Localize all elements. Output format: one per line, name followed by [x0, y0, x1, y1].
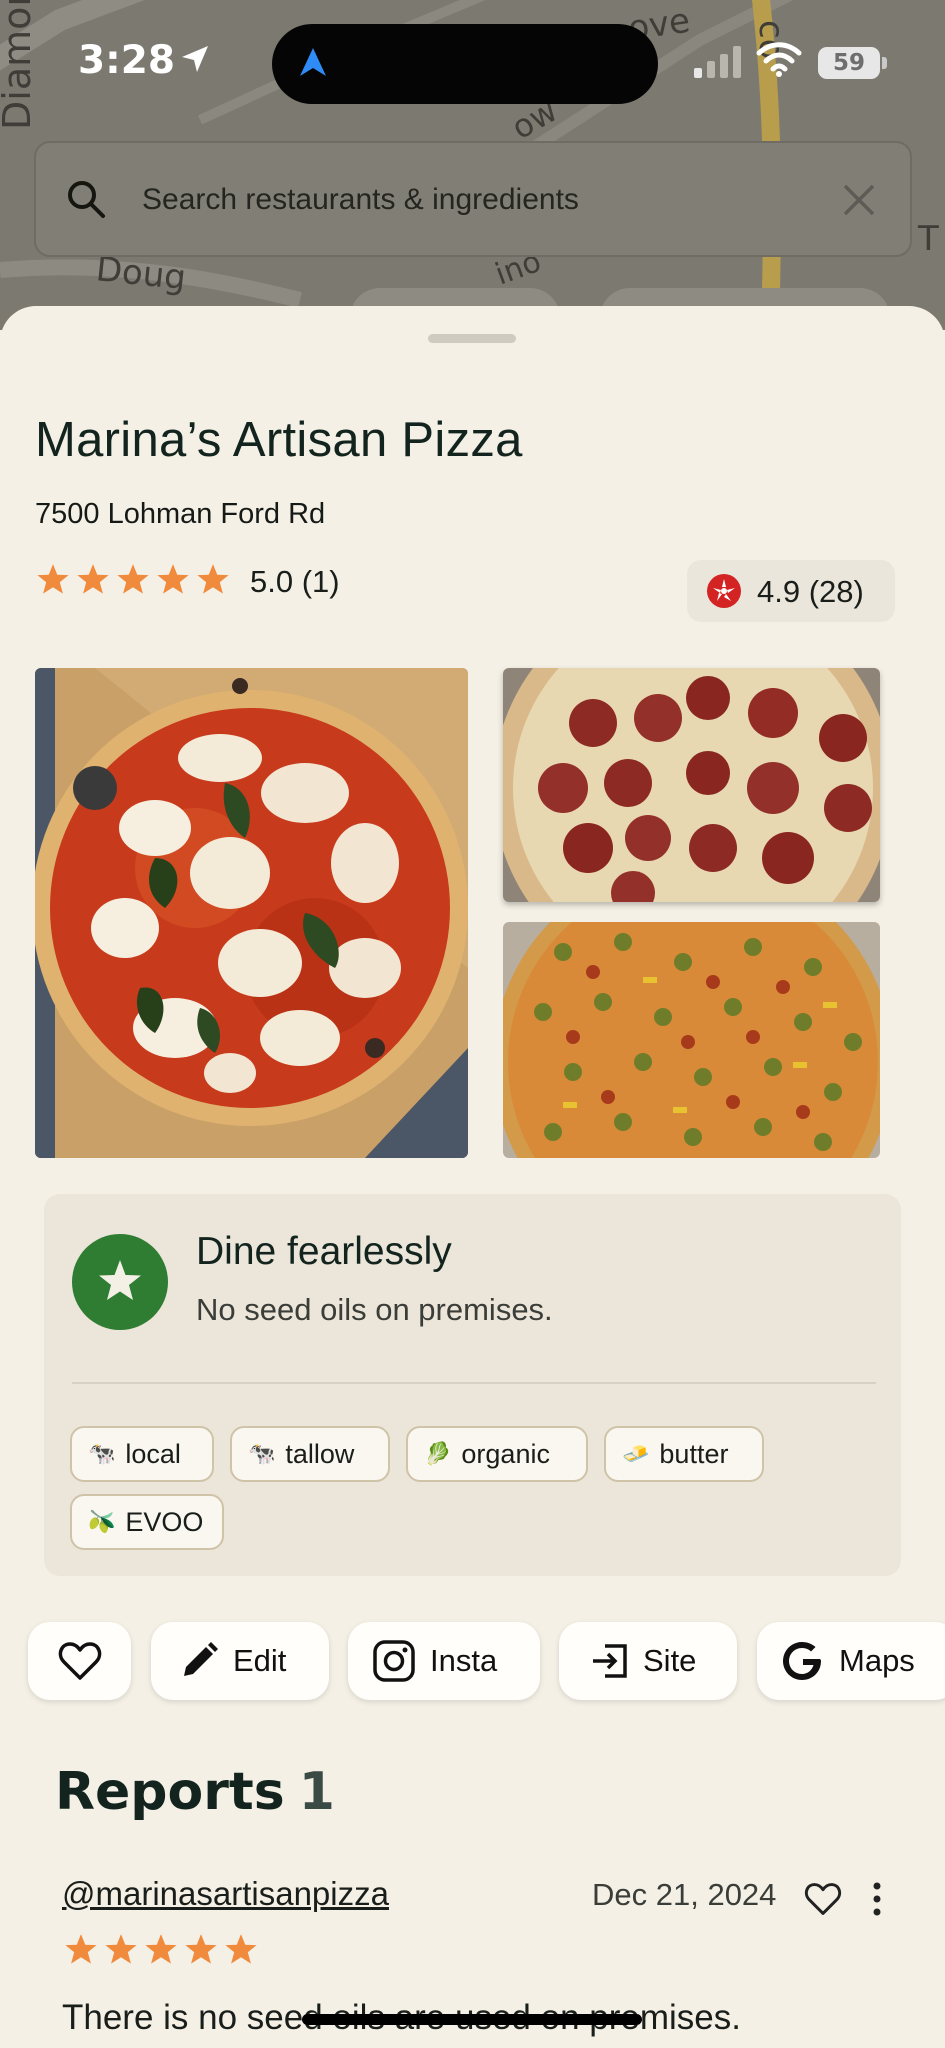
card-divider	[72, 1382, 876, 1384]
report-username[interactable]: @marinasartisanpizza	[62, 1875, 389, 1913]
dynamic-island	[272, 24, 658, 104]
edit-button[interactable]: Edit	[151, 1622, 329, 1700]
home-indicator[interactable]	[302, 2014, 642, 2025]
report-stars	[64, 1932, 258, 1966]
sheet-handle[interactable]	[428, 334, 516, 343]
yelp-rating-badge[interactable]: 4.9 (28)	[687, 560, 895, 622]
login-arrow-icon	[593, 1644, 627, 1678]
tag-local[interactable]: 🐄 local	[70, 1426, 214, 1482]
cow-icon: 🐄	[88, 1441, 116, 1466]
star-icon	[37, 564, 69, 594]
tag-label: butter	[659, 1438, 729, 1469]
restaurant-address[interactable]: 7500 Lohman Ford Rd	[35, 498, 325, 531]
rating-stars	[36, 562, 230, 596]
tag-label: local	[125, 1438, 181, 1469]
status-bar: 3:28 59	[0, 0, 945, 120]
star-icon	[105, 1934, 137, 1964]
clock: 3:28	[78, 38, 176, 83]
tag-tallow[interactable]: 🐄 tallow	[230, 1426, 390, 1482]
edit-label: Edit	[233, 1643, 287, 1678]
battery-cap	[882, 57, 887, 69]
tag-evoo[interactable]: 🫒 EVOO	[70, 1494, 224, 1550]
photo-pepperoni-pizza[interactable]	[503, 668, 880, 902]
instagram-icon	[373, 1640, 415, 1682]
cellular-signal-icon	[694, 46, 741, 78]
report-date: Dec 21, 2024	[592, 1877, 777, 1912]
action-buttons: Edit Insta Site Maps	[28, 1622, 945, 1702]
instagram-button[interactable]: Insta	[348, 1622, 540, 1700]
maps-button[interactable]: Maps	[757, 1622, 945, 1700]
google-icon	[783, 1642, 821, 1680]
website-button[interactable]: Site	[559, 1622, 737, 1700]
search-bar[interactable]	[34, 141, 912, 257]
star-icon	[157, 564, 189, 594]
battery-indicator: 59	[818, 47, 880, 79]
insta-label: Insta	[430, 1643, 498, 1678]
star-badge-icon	[72, 1234, 168, 1330]
svg-text:T: T	[917, 219, 939, 259]
reports-heading: Reports 1	[55, 1762, 335, 1822]
star-icon	[77, 564, 109, 594]
heart-icon	[58, 1642, 101, 1680]
star-icon	[197, 564, 229, 594]
photo-margherita-pizza[interactable]	[35, 668, 468, 1158]
yelp-icon	[707, 574, 741, 608]
star-icon	[225, 1934, 257, 1964]
heart-icon[interactable]	[804, 1882, 842, 1916]
location-arrow-icon	[182, 46, 208, 72]
more-vertical-icon[interactable]	[872, 1882, 882, 1916]
tag-label: tallow	[285, 1438, 355, 1469]
star-icon	[185, 1934, 217, 1964]
photo-supreme-pizza[interactable]	[503, 922, 880, 1158]
card-subtitle: No seed oils on premises.	[196, 1292, 553, 1327]
tag-label: organic	[461, 1438, 550, 1469]
wifi-icon	[756, 42, 802, 77]
dine-fearlessly-card: Dine fearlessly No seed oils on premises…	[44, 1194, 901, 1576]
yelp-rating-text: 4.9 (28)	[757, 574, 864, 609]
olive-icon: 🫒	[88, 1509, 116, 1534]
search-icon	[68, 181, 105, 218]
reports-count: 1	[298, 1762, 335, 1822]
star-icon	[117, 564, 149, 594]
navigation-arrow-icon	[300, 48, 326, 76]
pencil-icon	[184, 1642, 218, 1676]
clear-icon[interactable]	[842, 183, 876, 217]
site-label: Site	[643, 1643, 697, 1678]
tag-label: EVOO	[125, 1506, 204, 1537]
search-input[interactable]	[140, 175, 780, 225]
rating-text: 5.0 (1)	[250, 564, 340, 599]
restaurant-detail-sheet: Marina’s Artisan Pizza 7500 Lohman Ford …	[0, 306, 945, 2048]
tag-organic[interactable]: 🥬 organic	[406, 1426, 588, 1482]
star-icon	[65, 1934, 97, 1964]
cow-icon: 🐄	[248, 1441, 276, 1466]
star-icon	[145, 1934, 177, 1964]
reports-title: Reports	[55, 1762, 285, 1822]
leaf-icon: 🥬	[424, 1441, 452, 1466]
maps-label: Maps	[839, 1643, 915, 1678]
butter-icon: 🧈	[622, 1441, 650, 1466]
favorite-button[interactable]	[28, 1622, 131, 1700]
tag-butter[interactable]: 🧈 butter	[604, 1426, 764, 1482]
card-title: Dine fearlessly	[196, 1230, 452, 1273]
restaurant-name: Marina’s Artisan Pizza	[35, 413, 523, 467]
